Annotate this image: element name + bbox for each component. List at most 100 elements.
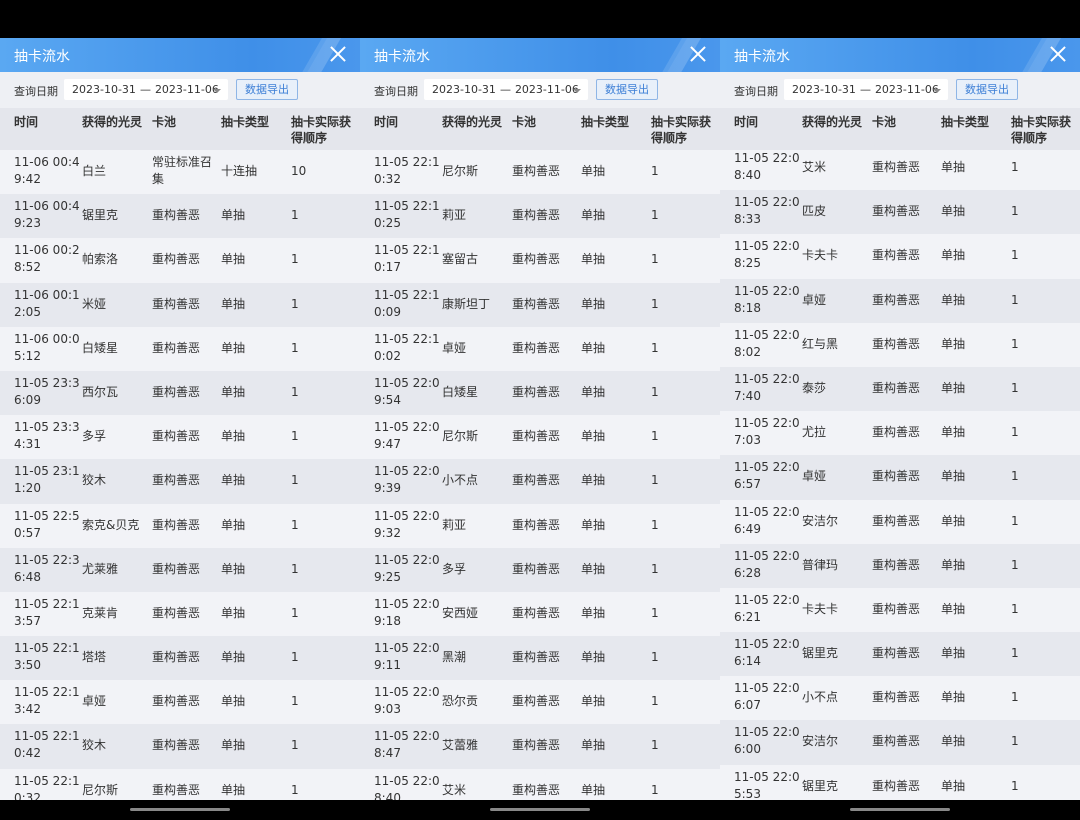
table-header: 时间 获得的光灵 卡池 抽卡类型 抽卡实际获得顺序: [0, 108, 360, 150]
table-row[interactable]: 11-05 22:10:17 塞留古 重构善恶 单抽 1: [360, 238, 720, 283]
close-icon[interactable]: [328, 44, 348, 64]
table-row[interactable]: 11-05 22:13:50 塔塔 重构善恶 单抽 1: [0, 636, 360, 681]
table-row[interactable]: 11-05 22:13:42 卓娅 重构善恶 单抽 1: [0, 680, 360, 725]
table-row[interactable]: 11-05 22:05:53 锯里克 重构善恶 单抽 1: [720, 764, 1080, 800]
table-row[interactable]: 11-06 00:05:12 白矮星 重构善恶 单抽 1: [0, 326, 360, 371]
chevron-down-icon[interactable]: [933, 89, 941, 93]
table-row[interactable]: 11-05 23:34:31 多孚 重构善恶 单抽 1: [0, 415, 360, 460]
cell-pool: 重构善恶: [872, 469, 921, 484]
cell-draw-type: 单抽: [581, 738, 606, 753]
table-rows: 11-06 00:49:42 白兰 常驻标准召集 十连抽 10 11-06 00:49:2…: [0, 150, 360, 800]
table-row[interactable]: 11-05 22:10:25 莉亚 重构善恶 单抽 1: [360, 194, 720, 239]
table-row[interactable]: 11-05 22:08:40 艾米 重构善恶 单抽 1: [360, 768, 720, 800]
home-indicator[interactable]: [850, 808, 950, 811]
table-row[interactable]: 11-05 22:10:32 尼尔斯 重构善恶 单抽 1: [360, 150, 720, 195]
column-header-pool: 卡池: [152, 115, 177, 129]
export-data-button[interactable]: 数据导出: [956, 79, 1018, 100]
cell-order: 1: [291, 650, 299, 665]
cell-spirit: 莉亚: [442, 517, 467, 532]
cell-order: 1: [1011, 425, 1019, 440]
column-header-draw-type: 抽卡类型: [221, 115, 270, 129]
date-range-picker[interactable]: 2023-10-31—2023-11-06: [64, 79, 228, 100]
table-row[interactable]: 11-05 22:09:32 莉亚 重构善恶 单抽 1: [360, 503, 720, 548]
table-row[interactable]: 11-05 22:10:42 狡木 重构善恶 单抽 1: [0, 724, 360, 769]
table-row[interactable]: 11-05 22:10:02 卓娅 重构善恶 单抽 1: [360, 326, 720, 371]
table-body[interactable]: 11-05 22:08:40 艾米 重构善恶 单抽 1 11-05 22:08:33 匹皮重…: [720, 150, 1080, 800]
home-indicator[interactable]: [490, 808, 590, 811]
cell-order: 1: [1011, 336, 1019, 351]
table-row[interactable]: 11-05 22:09:03 恐尔贡 重构善恶 单抽 1: [360, 680, 720, 725]
chevron-down-icon[interactable]: [213, 89, 221, 93]
cell-pool: 重构善恶: [872, 160, 921, 174]
table-row[interactable]: 11-06 00:12:05 米娅 重构善恶 单抽 1: [0, 282, 360, 327]
table-row[interactable]: 11-05 22:06:21 卡夫卡 重构善恶 单抽 1: [720, 587, 1080, 633]
query-date-label: 查询日期: [374, 85, 418, 98]
table-row[interactable]: 11-05 22:09:11 黑潮 重构善恶 单抽 1: [360, 636, 720, 681]
table-row[interactable]: 11-05 22:06:49 安洁尔 重构善恶 单抽 1: [720, 499, 1080, 544]
cell-pool: 重构善恶: [872, 204, 921, 219]
export-data-button[interactable]: 数据导出: [236, 79, 298, 100]
cell-order: 1: [651, 296, 659, 311]
table-row[interactable]: 11-05 22:13:57 克莱肯 重构善恶 单抽 1: [0, 591, 360, 637]
table-row[interactable]: 11-05 22:06:00 安洁尔 重构善恶 单抽 1: [720, 720, 1080, 765]
table-row[interactable]: 11-05 22:07:03 尤拉 重构善恶 单抽 1: [720, 411, 1080, 456]
cell-pool: 重构善恶: [152, 208, 201, 223]
table-row[interactable]: 11-05 22:06:14 锯里克 重构善恶 单抽 1: [720, 632, 1080, 677]
table-row[interactable]: 11-05 22:36:48 尤莱雅 重构善恶 单抽 1: [0, 547, 360, 592]
cell-time: 11-06 00:12:05: [14, 287, 80, 319]
title-bar: 抽卡流水: [360, 38, 720, 72]
cell-spirit: 尤拉: [802, 425, 827, 440]
table-row[interactable]: 11-05 22:06:28 普律玛 重构善恶 单抽 1: [720, 543, 1080, 588]
cell-spirit: 恐尔贡: [442, 694, 479, 709]
table-row[interactable]: 11-05 22:08:47 艾蕾雅 重构善恶 单抽 1: [360, 724, 720, 769]
cell-spirit: 锯里克: [82, 208, 119, 223]
table-row[interactable]: 11-05 22:09:39 小不点 重构善恶 单抽 1: [360, 459, 720, 504]
table-row[interactable]: 11-06 00:28:52 帕索洛 重构善恶 单抽 1: [0, 238, 360, 283]
cell-draw-type: 单抽: [221, 605, 246, 620]
table-row[interactable]: 11-05 22:09:25 多孚 重构善恶 单抽 1: [360, 547, 720, 592]
cell-time: 11-05 22:13:57: [14, 596, 80, 628]
cell-pool: 重构善恶: [872, 601, 921, 616]
cell-draw-type: 单抽: [941, 690, 966, 705]
table-row[interactable]: 11-05 22:50:57 索克&贝克 重构善恶 单抽 1: [0, 503, 360, 548]
table-row[interactable]: 11-05 22:09:54 白矮星 重构善恶 单抽 1: [360, 370, 720, 416]
cell-time: 11-05 22:13:50: [14, 641, 80, 673]
table-row[interactable]: 11-05 22:08:18 卓娅 重构善恶 单抽 1: [720, 278, 1080, 323]
table-row[interactable]: 11-05 22:08:25 卡夫卡 重构善恶 单抽 1: [720, 234, 1080, 279]
table-row[interactable]: 11-05 22:09:47 尼尔斯 重构善恶 单抽 1: [360, 415, 720, 460]
cell-draw-type: 单抽: [581, 694, 606, 709]
table-row[interactable]: 11-05 22:09:18 安西娅 重构善恶 单抽 1: [360, 591, 720, 637]
table-header: 时间 获得的光灵 卡池 抽卡类型 抽卡实际获得顺序: [720, 108, 1080, 150]
date-range-picker[interactable]: 2023-10-31—2023-11-06: [784, 79, 948, 100]
table-row[interactable]: 11-06 00:49:42 白兰 常驻标准召集 十连抽 10: [0, 150, 360, 195]
table-row[interactable]: 11-05 23:11:20 狡木 重构善恶 单抽 1: [0, 459, 360, 504]
table-body[interactable]: 11-06 00:49:42 白兰 常驻标准召集 十连抽 10 11-06 00:49:2…: [0, 150, 360, 800]
chevron-down-icon[interactable]: [573, 89, 581, 93]
cell-time: 11-06 00:49:23: [14, 199, 80, 231]
cell-draw-type: 单抽: [941, 734, 966, 749]
cell-order: 1: [1011, 646, 1019, 661]
table-row[interactable]: 11-05 22:08:33 匹皮 重构善恶 单抽 1: [720, 190, 1080, 235]
cell-spirit: 黑潮: [442, 650, 467, 665]
table-row[interactable]: 11-06 00:49:23 锯里克 重构善恶 单抽 1: [0, 194, 360, 239]
table-row[interactable]: 11-05 22:08:40 艾米 重构善恶 单抽 1: [720, 150, 1080, 191]
cell-spirit: 康斯坦丁: [442, 296, 491, 311]
table-row[interactable]: 11-05 22:08:02 红与黑 重构善恶 单抽 1: [720, 322, 1080, 367]
close-icon[interactable]: [1048, 44, 1068, 64]
home-indicator[interactable]: [130, 808, 230, 811]
table-row[interactable]: 11-05 22:10:09 康斯坦丁 重构善恶 单抽 1: [360, 282, 720, 327]
cell-spirit: 莉亚: [442, 208, 467, 223]
table-row[interactable]: 11-05 22:06:57 卓娅 重构善恶 单抽 1: [720, 455, 1080, 500]
table-row[interactable]: 11-05 22:07:40 泰莎 重构善恶 单抽 1: [720, 366, 1080, 412]
cell-pool: 重构善恶: [152, 517, 201, 532]
cell-pool: 重构善恶: [152, 650, 201, 665]
table-row[interactable]: 11-05 22:10:32 尼尔斯 重构善恶 单抽 1: [0, 768, 360, 800]
cell-time: 11-05 22:50:57: [14, 508, 80, 540]
date-range-picker[interactable]: 2023-10-31—2023-11-06: [424, 79, 588, 100]
export-data-button[interactable]: 数据导出: [596, 79, 658, 100]
table-body[interactable]: 11-05 22:10:32 尼尔斯 重构善恶 单抽 1 11-05 22:10:25 莉亚…: [360, 150, 720, 800]
table-row[interactable]: 11-05 22:06:07 小不点 重构善恶 单抽 1: [720, 676, 1080, 721]
close-icon[interactable]: [688, 44, 708, 64]
cell-time: 11-05 23:36:09: [14, 375, 80, 407]
table-row[interactable]: 11-05 23:36:09 西尔瓦 重构善恶 单抽 1: [0, 370, 360, 416]
